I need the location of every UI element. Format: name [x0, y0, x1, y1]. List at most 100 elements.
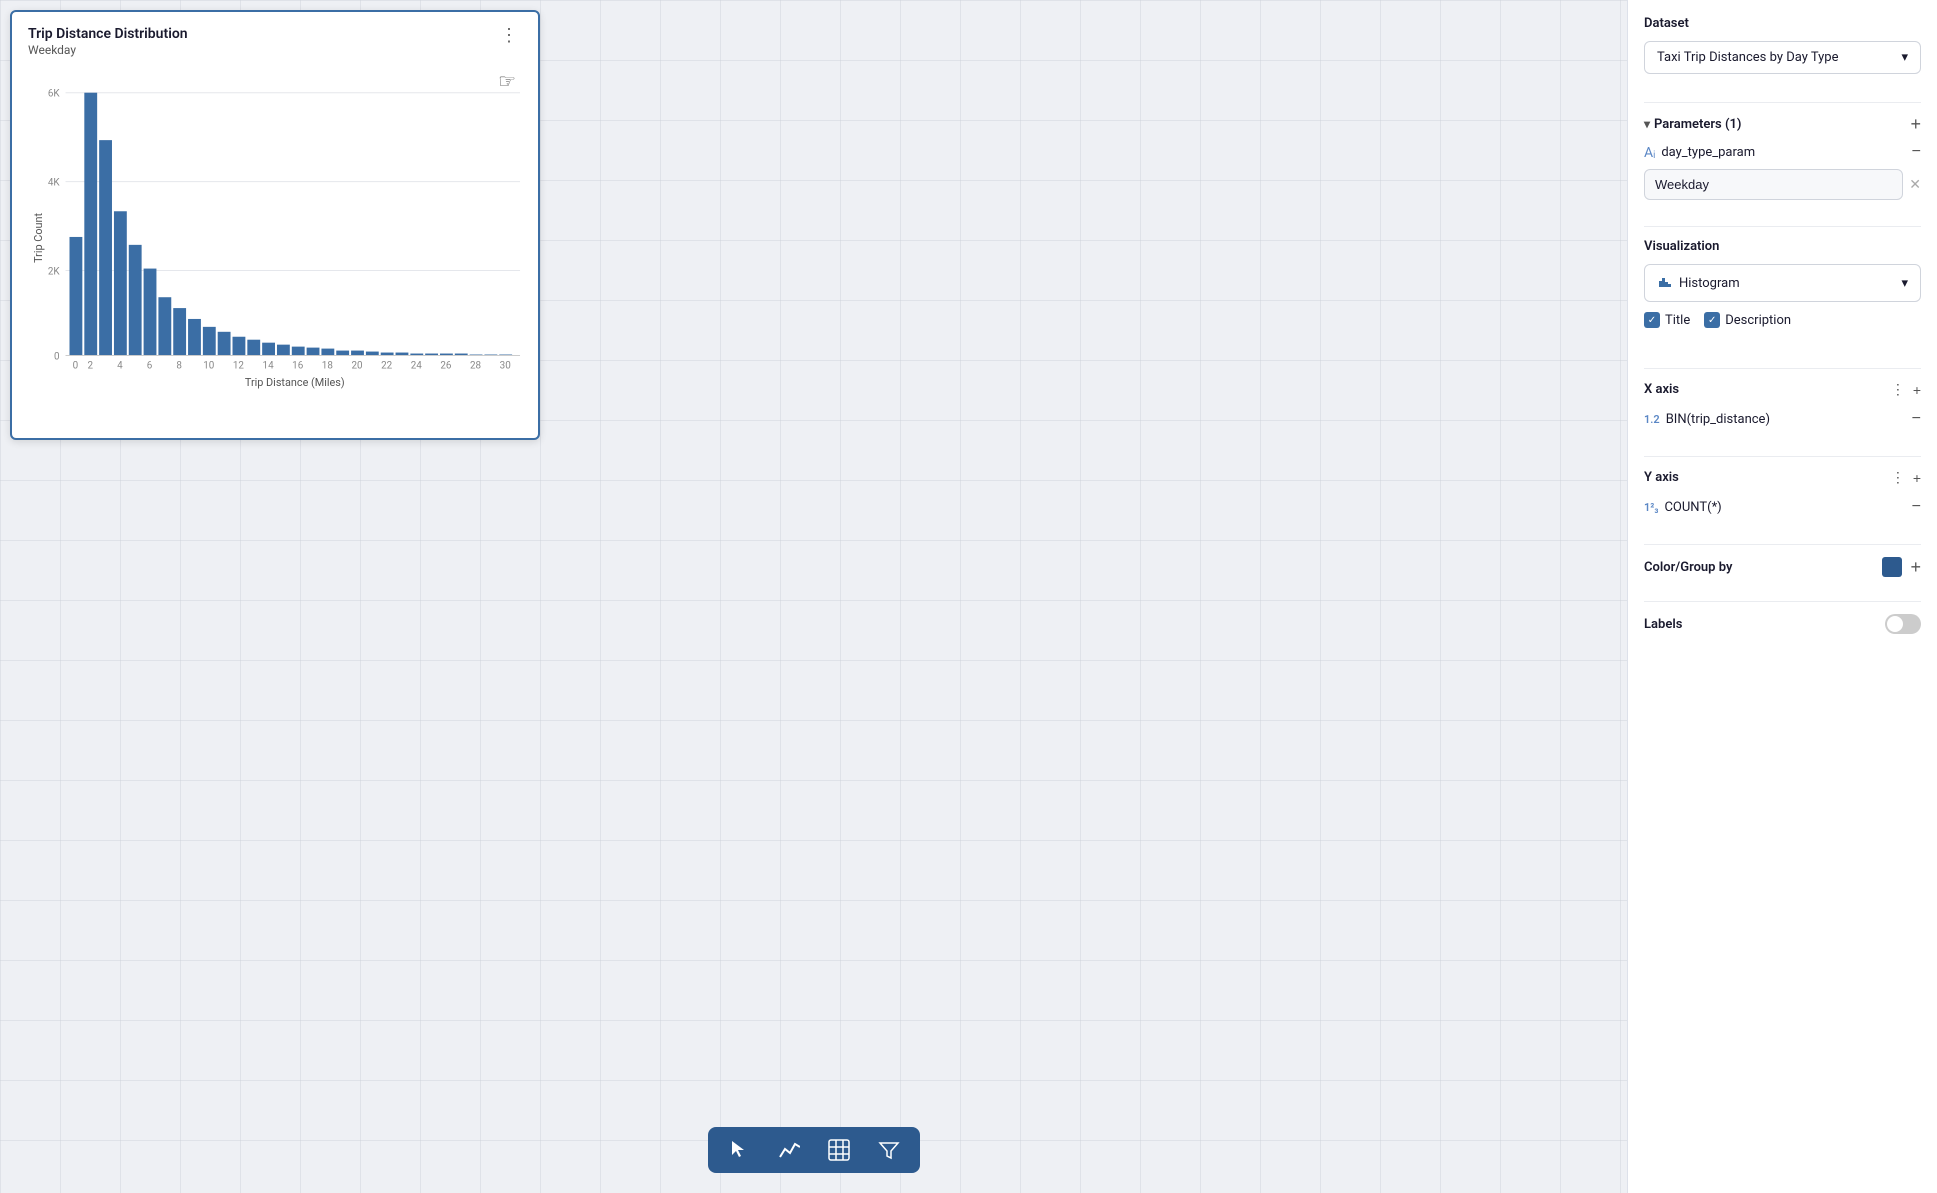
- y-axis-field-type: 1²₃: [1644, 501, 1658, 514]
- cursor-icon: ☞: [498, 69, 516, 93]
- divider-6: [1644, 601, 1921, 602]
- x-axis-section: X axis ⋮ + 1.2 BIN(trip_distance) −: [1644, 381, 1921, 432]
- x-axis-field-row: 1.2 BIN(trip_distance) −: [1644, 406, 1921, 432]
- svg-text:2: 2: [87, 360, 93, 371]
- chart-title: Trip Distance Distribution: [28, 26, 188, 42]
- x-axis-header: X axis ⋮ +: [1644, 381, 1921, 398]
- cursor-tool-icon: [728, 1139, 750, 1161]
- svg-text:20: 20: [351, 360, 362, 371]
- title-checkbox-label: Title: [1665, 313, 1690, 328]
- parameters-section: ▾ Parameters (1) + Aᵢ day_type_param − ✕: [1644, 115, 1921, 214]
- svg-text:8: 8: [176, 360, 182, 371]
- svg-text:Trip Count: Trip Count: [32, 213, 45, 263]
- parameters-title-text: Parameters (1): [1654, 117, 1741, 132]
- svg-text:12: 12: [233, 360, 245, 371]
- svg-text:Trip Distance (Miles): Trip Distance (Miles): [245, 376, 345, 389]
- dataset-dropdown-icon: ▾: [1901, 50, 1908, 65]
- main-canvas: Trip Distance Distribution Weekday ⋮ ☞ T…: [0, 0, 1627, 1193]
- svg-text:24: 24: [411, 360, 423, 371]
- svg-text:4K: 4K: [48, 178, 61, 189]
- color-group-title: Color/Group by: [1644, 560, 1732, 575]
- visualization-section: Visualization Histogram ▾ ✓ Title: [1644, 239, 1921, 342]
- y-axis-field-name: 1²₃ COUNT(*): [1644, 500, 1722, 515]
- chart-card: Trip Distance Distribution Weekday ⋮ ☞ T…: [10, 10, 540, 440]
- color-group-add-button[interactable]: +: [1910, 558, 1921, 576]
- x-axis-more-button[interactable]: ⋮: [1891, 381, 1905, 398]
- param-value-input[interactable]: [1644, 169, 1903, 200]
- histogram-icon: [1657, 273, 1673, 293]
- x-axis-actions: ⋮ +: [1891, 381, 1921, 398]
- svg-text:28: 28: [470, 360, 482, 371]
- chart-svg: Trip Count 6K 4K 2K 0: [28, 63, 522, 403]
- chart-menu-button[interactable]: ⋮: [496, 26, 522, 44]
- y-axis-field-row: 1²₃ COUNT(*) −: [1644, 494, 1921, 520]
- param-value-row: ✕: [1644, 169, 1921, 200]
- dataset-section: Dataset Taxi Trip Distances by Day Type …: [1644, 16, 1921, 74]
- y-axis-field-label: COUNT(*): [1664, 500, 1721, 515]
- checkbox-row: ✓ Title ✓ Description: [1644, 312, 1921, 328]
- param-clear-button[interactable]: ✕: [1909, 176, 1921, 193]
- x-axis-field-type: 1.2: [1644, 413, 1660, 426]
- chart-tool-button[interactable]: [774, 1135, 804, 1165]
- x-axis-title: X axis: [1644, 382, 1679, 397]
- description-checkbox[interactable]: ✓: [1704, 312, 1720, 328]
- svg-text:2K: 2K: [48, 266, 61, 277]
- visualization-section-title: Visualization: [1644, 239, 1921, 254]
- color-group-actions: +: [1882, 557, 1921, 577]
- divider-2: [1644, 226, 1921, 227]
- chart-card-header: Trip Distance Distribution Weekday ⋮: [28, 26, 522, 57]
- divider-5: [1644, 544, 1921, 545]
- title-checkbox[interactable]: ✓: [1644, 312, 1660, 328]
- svg-text:4: 4: [117, 360, 123, 371]
- filter-tool-icon: [878, 1139, 900, 1161]
- parameters-add-button[interactable]: +: [1910, 115, 1921, 133]
- x-axis-add-button[interactable]: +: [1913, 381, 1921, 398]
- right-panel: Dataset Taxi Trip Distances by Day Type …: [1627, 0, 1937, 1193]
- svg-text:0: 0: [73, 360, 79, 371]
- y-axis-section: Y axis ⋮ + 1²₃ COUNT(*) −: [1644, 469, 1921, 520]
- bottom-toolbar: [708, 1127, 920, 1173]
- description-checkbox-item: ✓ Description: [1704, 312, 1791, 328]
- svg-text:0: 0: [54, 351, 60, 362]
- dataset-dropdown[interactable]: Taxi Trip Distances by Day Type ▾: [1644, 41, 1921, 74]
- vis-type-label-group: Histogram: [1657, 273, 1740, 293]
- table-tool-button[interactable]: [824, 1135, 854, 1165]
- divider-1: [1644, 102, 1921, 103]
- svg-text:18: 18: [322, 360, 334, 371]
- svg-text:6K: 6K: [48, 89, 61, 100]
- chart-titles: Trip Distance Distribution Weekday: [28, 26, 188, 57]
- labels-toggle[interactable]: [1885, 614, 1921, 634]
- parameters-chevron-icon: ▾: [1644, 117, 1650, 131]
- title-checkbox-item: ✓ Title: [1644, 312, 1690, 328]
- dataset-value: Taxi Trip Distances by Day Type: [1657, 50, 1838, 65]
- chart-area: ☞ Trip Count 6K 4K 2K 0: [28, 63, 522, 403]
- visualization-type-dropdown[interactable]: Histogram ▾: [1644, 264, 1921, 302]
- chart-tool-icon: [778, 1139, 800, 1161]
- svg-text:10: 10: [203, 360, 214, 371]
- param-type-icon: Aᵢ: [1644, 144, 1655, 161]
- y-axis-add-button[interactable]: +: [1913, 469, 1921, 486]
- filter-tool-button[interactable]: [874, 1135, 904, 1165]
- svg-text:14: 14: [263, 360, 275, 371]
- dataset-section-title: Dataset: [1644, 16, 1921, 31]
- chart-subtitle: Weekday: [28, 43, 188, 57]
- x-axis-field-label: BIN(trip_distance): [1666, 412, 1770, 427]
- y-axis-more-button[interactable]: ⋮: [1891, 469, 1905, 486]
- y-axis-actions: ⋮ +: [1891, 469, 1921, 486]
- svg-text:26: 26: [440, 360, 452, 371]
- parameters-title: ▾ Parameters (1): [1644, 117, 1741, 132]
- color-group-section: Color/Group by +: [1644, 557, 1921, 577]
- y-axis-title: Y axis: [1644, 470, 1679, 485]
- description-checkbox-label: Description: [1725, 313, 1791, 328]
- cursor-tool-button[interactable]: [724, 1135, 754, 1165]
- labels-title: Labels: [1644, 617, 1682, 632]
- svg-text:6: 6: [147, 360, 153, 371]
- color-swatch[interactable]: [1882, 557, 1902, 577]
- parameters-header: ▾ Parameters (1) +: [1644, 115, 1921, 133]
- x-axis-remove-button[interactable]: −: [1912, 410, 1921, 428]
- y-axis-remove-button[interactable]: −: [1912, 498, 1921, 516]
- param-remove-button[interactable]: −: [1912, 143, 1921, 161]
- svg-text:16: 16: [292, 360, 304, 371]
- divider-4: [1644, 456, 1921, 457]
- table-tool-icon: [828, 1139, 850, 1161]
